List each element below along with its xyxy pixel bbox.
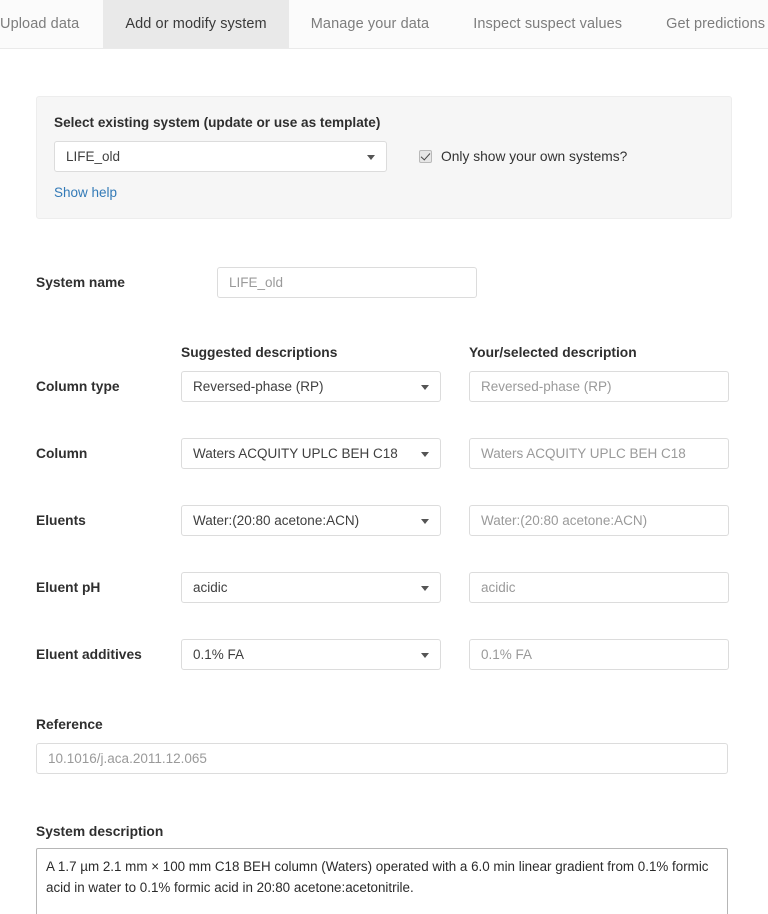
field-label: Column xyxy=(36,446,88,461)
selected-description-input[interactable]: 0.1% FA xyxy=(469,639,729,670)
suggested-select[interactable]: Reversed-phase (RP) xyxy=(181,371,441,402)
select-existing-system-panel: Select existing system (update or use as… xyxy=(36,96,732,219)
reference-label: Reference xyxy=(36,717,103,732)
system-name-input[interactable]: LIFE_old xyxy=(217,267,477,298)
suggested-select[interactable]: Water:(20:80 acetone:ACN) xyxy=(181,505,441,536)
tab-inspect-suspect-values[interactable]: Inspect suspect values xyxy=(451,0,644,48)
existing-system-select[interactable]: LIFE_old xyxy=(54,141,387,172)
chevron-down-icon xyxy=(421,652,429,658)
chevron-down-icon xyxy=(421,518,429,524)
field-label: Eluent pH xyxy=(36,580,101,595)
panel-controls-row: LIFE_old Only show your own systems? xyxy=(54,141,714,172)
main-tab-bar: Upload data Add or modify system Manage … xyxy=(0,0,768,49)
suggested-select[interactable]: 0.1% FA xyxy=(181,639,441,670)
selected-description-input[interactable]: Waters ACQUITY UPLC BEH C18 xyxy=(469,438,729,469)
page-content: Select existing system (update or use as… xyxy=(0,96,768,914)
suggested-select-value: 0.1% FA xyxy=(193,647,245,662)
field-row-eluent-ph: Eluent pH acidic acidic xyxy=(36,572,732,603)
chevron-down-icon xyxy=(421,585,429,591)
suggested-select[interactable]: Waters ACQUITY UPLC BEH C18 xyxy=(181,438,441,469)
suggested-descriptions-header: Suggested descriptions xyxy=(181,345,338,360)
only-own-systems-label: Only show your own systems? xyxy=(441,149,628,164)
field-label: Eluents xyxy=(36,513,86,528)
suggested-select-value: Reversed-phase (RP) xyxy=(193,379,324,394)
selected-description-input[interactable]: Water:(20:80 acetone:ACN) xyxy=(469,505,729,536)
reference-input[interactable]: 10.1016/j.aca.2011.12.065 xyxy=(36,743,728,774)
field-label: Column type xyxy=(36,379,120,394)
field-row-column: Column Waters ACQUITY UPLC BEH C18 Water… xyxy=(36,438,732,469)
chevron-down-icon xyxy=(421,384,429,390)
chevron-down-icon xyxy=(421,451,429,457)
system-description-textarea[interactable]: A 1.7 µm 2.1 mm × 100 mm C18 BEH column … xyxy=(36,848,728,914)
selected-description-input[interactable]: acidic xyxy=(469,572,729,603)
panel-title: Select existing system (update or use as… xyxy=(54,115,381,130)
suggested-select[interactable]: acidic xyxy=(181,572,441,603)
system-description-label: System description xyxy=(36,824,164,839)
tab-get-predictions[interactable]: Get predictions xyxy=(644,0,768,48)
tab-upload-data[interactable]: Upload data xyxy=(0,0,103,48)
your-selected-description-header: Your/selected description xyxy=(469,345,637,360)
chevron-down-icon xyxy=(367,154,375,160)
field-row-column-type: Column type Reversed-phase (RP) Reversed… xyxy=(36,371,732,402)
suggested-select-value: acidic xyxy=(193,580,228,595)
system-name-row: System name LIFE_old xyxy=(36,267,732,298)
field-row-eluent-additives: Eluent additives 0.1% FA 0.1% FA xyxy=(36,639,732,670)
tab-manage-your-data[interactable]: Manage your data xyxy=(289,0,452,48)
field-row-eluents: Eluents Water:(20:80 acetone:ACN) Water:… xyxy=(36,505,732,536)
selected-description-input[interactable]: Reversed-phase (RP) xyxy=(469,371,729,402)
checkbox-check-icon xyxy=(419,150,432,163)
existing-system-select-value: LIFE_old xyxy=(66,149,121,164)
description-column-headers: Suggested descriptions Your/selected des… xyxy=(36,345,732,360)
suggested-select-value: Water:(20:80 acetone:ACN) xyxy=(193,513,360,528)
suggested-select-value: Waters ACQUITY UPLC BEH C18 xyxy=(193,446,398,461)
system-name-label: System name xyxy=(36,275,125,290)
tab-add-or-modify-system[interactable]: Add or modify system xyxy=(103,0,289,48)
field-label: Eluent additives xyxy=(36,647,142,662)
only-own-systems-checkbox[interactable]: Only show your own systems? xyxy=(419,149,627,164)
show-help-link[interactable]: Show help xyxy=(54,185,117,200)
